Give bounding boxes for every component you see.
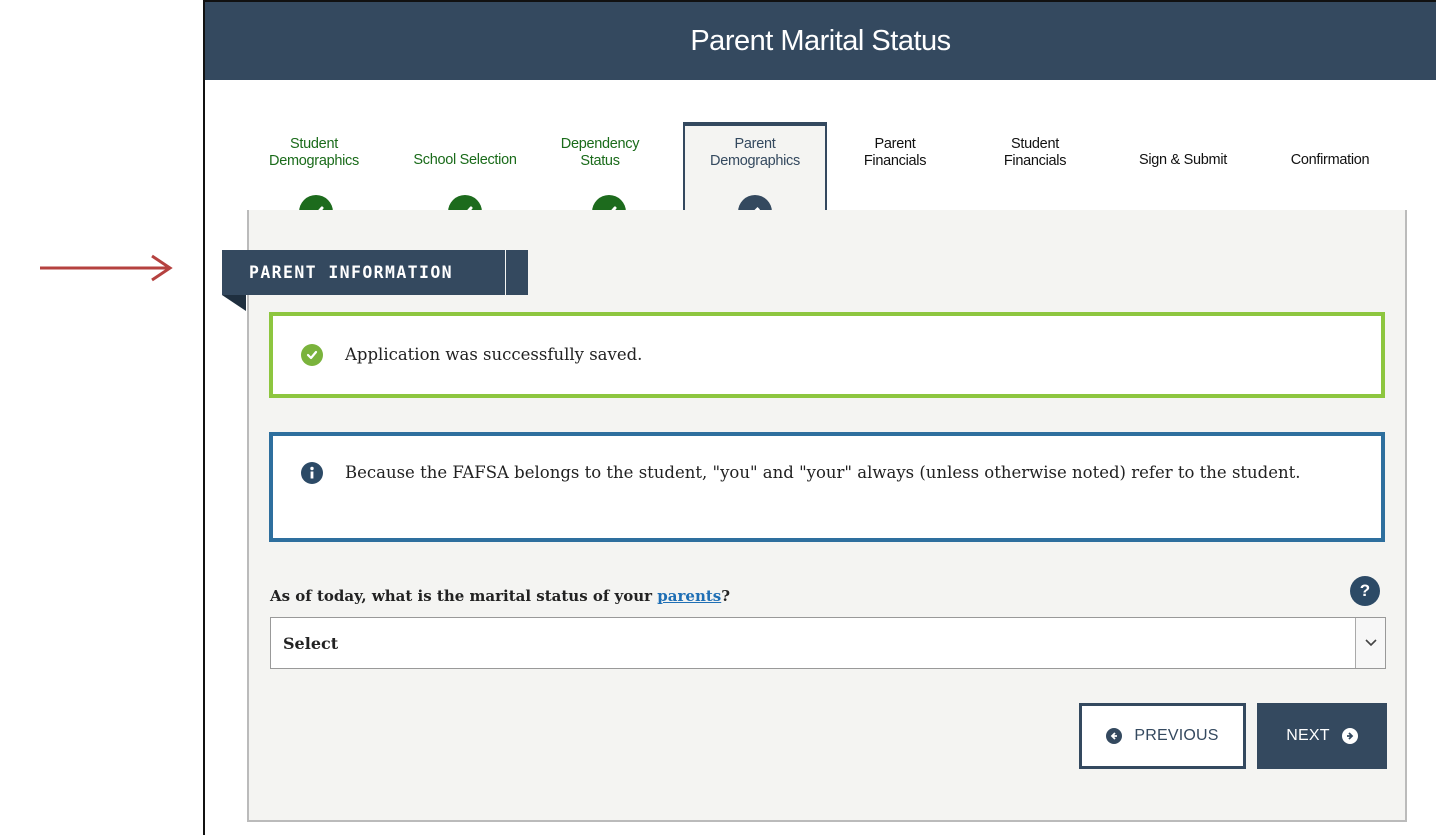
step-student-demographics[interactable]: Student Demographics (253, 136, 375, 170)
parents-definition-link[interactable]: parents (657, 587, 721, 605)
step-student-financials: Student Financials (1003, 136, 1067, 169)
page-title: Parent Marital Status (690, 24, 951, 57)
check-circle-icon (301, 344, 323, 366)
select-value: Select (283, 633, 339, 653)
next-button[interactable]: NEXT (1257, 703, 1387, 769)
arrow-left-circle-icon (1106, 728, 1123, 744)
help-label: ? (1359, 581, 1371, 600)
step-confirmation: Confirmation (1290, 152, 1370, 168)
section-title-fold (222, 295, 246, 311)
section-title-tab (506, 250, 528, 295)
arrow-right-icon (40, 254, 173, 282)
step-school-selection[interactable]: School Selection (395, 152, 535, 169)
success-alert: Application was successfully saved. (269, 312, 1385, 398)
next-label: NEXT (1286, 727, 1330, 744)
previous-label: PREVIOUS (1134, 727, 1219, 744)
progress-stepper: Student Demographics School Selection De… (205, 80, 1436, 229)
previous-button[interactable]: PREVIOUS (1079, 703, 1246, 769)
help-question-icon[interactable]: ? (1350, 576, 1380, 606)
step-parent-demographics[interactable]: Parent Demographics (693, 136, 817, 170)
question-mark: ? (721, 587, 731, 605)
page-header: Parent Marital Status (205, 2, 1436, 80)
arrow-right-circle-icon (1341, 728, 1358, 744)
step-dependency-status[interactable]: Dependency Status (550, 136, 650, 170)
info-circle-icon (301, 462, 323, 484)
step-sign-submit: Sign & Submit (1139, 152, 1227, 168)
marital-status-question: As of today, what is the marital status … (270, 587, 730, 605)
application-frame: Parent Marital Status Student Demographi… (203, 0, 1436, 835)
info-alert: Because the FAFSA belongs to the student… (269, 432, 1385, 542)
question-text: As of today, what is the marital status … (270, 587, 658, 605)
marital-status-select[interactable]: Select (270, 617, 1386, 669)
chevron-down-icon[interactable] (1355, 618, 1385, 668)
success-message: Application was successfully saved. (345, 345, 643, 364)
info-message: Because the FAFSA belongs to the student… (345, 463, 1301, 482)
step-parent-financials: Parent Financials (863, 136, 927, 169)
section-title: PARENT INFORMATION (222, 250, 505, 295)
